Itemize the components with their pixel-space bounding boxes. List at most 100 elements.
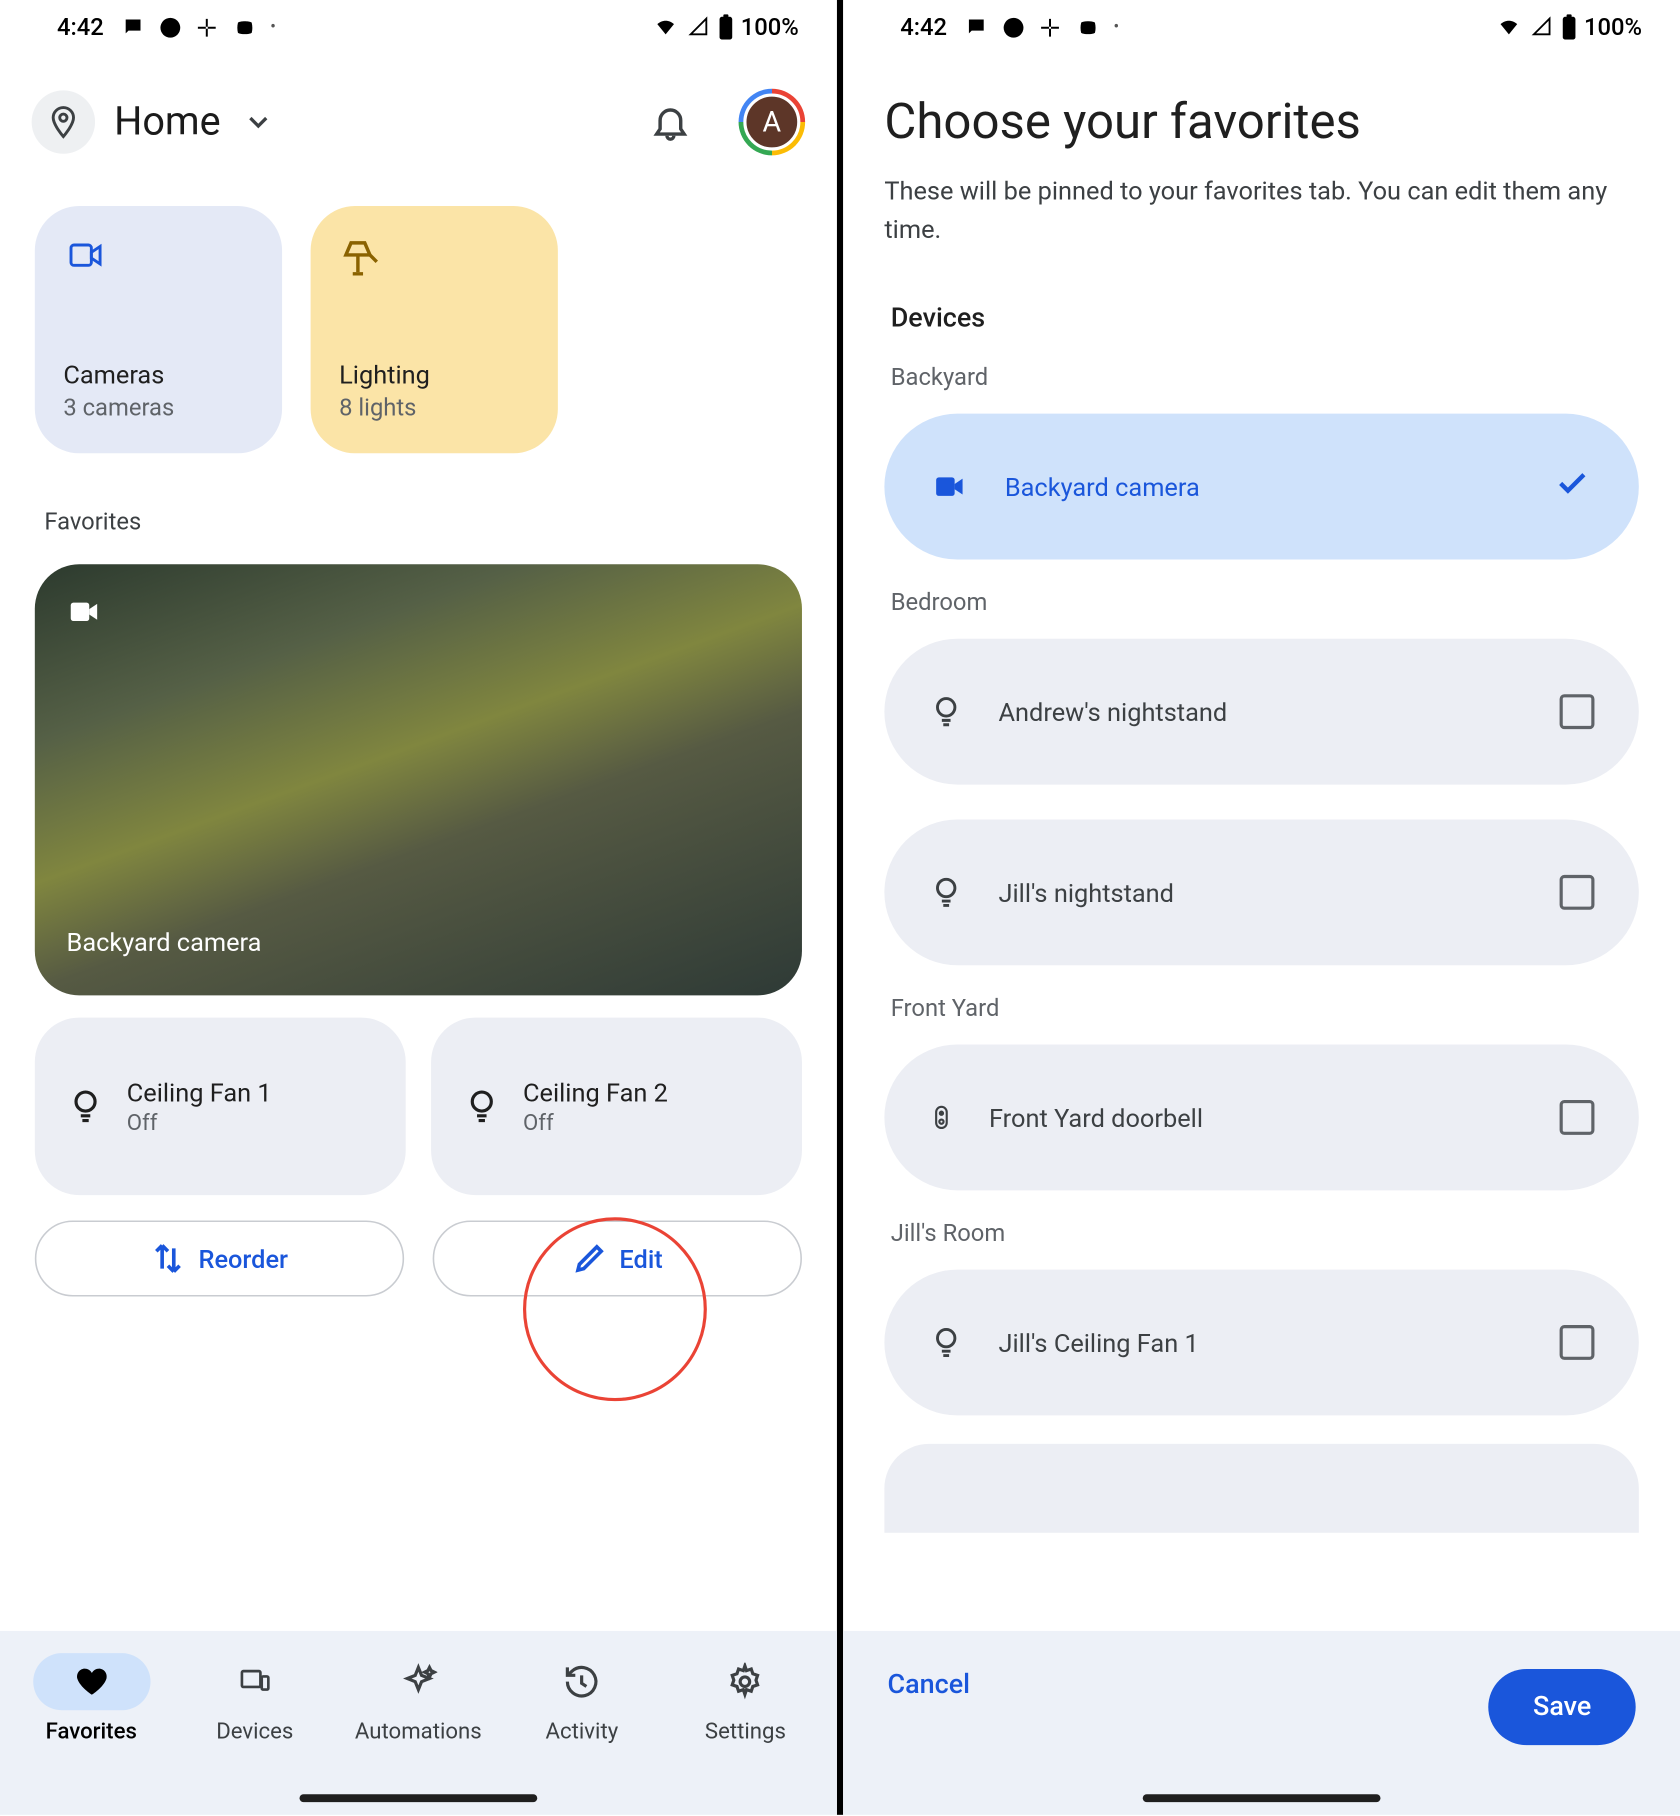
signal-icon (1530, 16, 1555, 38)
device-backyard-camera[interactable]: Backyard camera (884, 414, 1638, 560)
device-label: Backyard camera (1005, 472, 1200, 502)
nav-label: Activity (546, 1720, 619, 1745)
tile-title: Cameras (63, 360, 253, 390)
chevron-down-icon[interactable] (243, 106, 275, 138)
more-icon: • (270, 18, 276, 35)
room-jillsroom: Jill's Room (843, 1190, 1680, 1247)
wifi-icon (1495, 16, 1524, 38)
location-chip[interactable] (32, 90, 95, 153)
more-icon: • (1113, 18, 1119, 35)
battery-pct: 100% (741, 13, 799, 42)
chat-icon (963, 16, 988, 38)
checkbox-icon (1560, 1100, 1595, 1135)
device-label: Front Yard doorbell (989, 1102, 1203, 1132)
nav-settings[interactable]: Settings (666, 1653, 825, 1745)
nav-label: Settings (705, 1720, 786, 1745)
camera-card[interactable]: Backyard camera (35, 564, 802, 995)
bottom-nav: Favorites Devices Automations Activity S… (0, 1631, 837, 1815)
nav-favorites[interactable]: Favorites (12, 1653, 171, 1745)
nav-devices[interactable]: Devices (176, 1653, 335, 1745)
camera-icon (63, 238, 107, 273)
device-label: Jill's nightstand (999, 877, 1174, 907)
status-bar: 4:42 • 100% (843, 0, 1680, 48)
device-label: Andrew's nightstand (999, 697, 1228, 727)
bulb-icon (929, 872, 964, 913)
left-screen: 4:42 • 100% Home (0, 0, 837, 1815)
edit-label: Edit (619, 1243, 662, 1273)
chat-icon (120, 16, 145, 38)
fan1-card[interactable]: Ceiling Fan 1 Off (35, 1018, 406, 1196)
slack-icon (1037, 15, 1061, 39)
avatar-letter: A (743, 94, 800, 151)
checkbox-icon (1560, 1325, 1595, 1360)
battery-icon (719, 14, 735, 39)
cameras-tile[interactable]: Cameras 3 cameras (35, 206, 282, 453)
sparkle-icon (399, 1663, 437, 1701)
devices-icon (234, 1666, 275, 1698)
nav-label: Devices (216, 1720, 293, 1745)
fan-state: Off (127, 1110, 272, 1135)
bulb-icon (929, 691, 964, 732)
nav-automations[interactable]: Automations (339, 1653, 498, 1745)
clock: 4:42 (57, 13, 104, 42)
device-label: Jill's Ceiling Fan 1 (999, 1327, 1199, 1357)
gear-icon (726, 1663, 764, 1701)
reorder-button[interactable]: Reorder (35, 1220, 404, 1296)
battery-pct: 100% (1584, 13, 1642, 42)
device-frontyard-doorbell[interactable]: Front Yard doorbell (884, 1045, 1638, 1191)
clock: 4:42 (900, 13, 947, 42)
nav-label: Favorites (46, 1720, 137, 1745)
camera-name: Backyard camera (60, 927, 776, 970)
doorbell-icon (929, 1097, 954, 1138)
slack-icon (194, 15, 218, 39)
room-bedroom: Bedroom (843, 560, 1680, 617)
wifi-icon (652, 16, 681, 38)
checkbox-icon (1560, 694, 1595, 729)
room-backyard: Backyard (843, 334, 1680, 391)
home-header: Home A (0, 48, 837, 172)
lamp-icon (339, 238, 383, 279)
fan-name: Ceiling Fan 1 (127, 1077, 272, 1107)
pencil-icon (572, 1241, 607, 1276)
favorites-label: Favorites (0, 453, 837, 535)
save-button[interactable]: Save (1489, 1669, 1636, 1745)
device-jill-nightstand[interactable]: Jill's nightstand (884, 819, 1638, 965)
heart-icon (72, 1664, 110, 1699)
device-row-partial[interactable] (884, 1444, 1638, 1533)
signal-icon (687, 16, 712, 38)
fan-name: Ceiling Fan 2 (523, 1077, 668, 1107)
reorder-label: Reorder (198, 1243, 288, 1273)
tile-sub: 8 lights (339, 393, 529, 422)
gesture-bar (1143, 1794, 1381, 1802)
messenger-icon (1001, 15, 1025, 39)
bulb-icon (463, 1084, 501, 1128)
chooser-footer: Cancel Save (843, 1631, 1680, 1815)
right-screen: 4:42 • 100% Choose your favorites These … (843, 0, 1680, 1815)
checkbox-icon (1560, 875, 1595, 910)
discord-icon (1074, 17, 1101, 38)
tile-sub: 3 cameras (63, 393, 253, 422)
home-title[interactable]: Home (114, 99, 221, 145)
bell-icon[interactable] (650, 101, 691, 142)
nav-activity[interactable]: Activity (503, 1653, 662, 1745)
chooser-title: Choose your favorites (843, 48, 1680, 151)
camera-icon (929, 471, 970, 503)
group-devices: Devices (843, 249, 1680, 335)
reorder-icon (151, 1241, 186, 1276)
account-avatar[interactable]: A (739, 89, 806, 156)
camera-icon (63, 596, 104, 628)
fan2-card[interactable]: Ceiling Fan 2 Off (431, 1018, 802, 1196)
tile-title: Lighting (339, 360, 529, 390)
device-jill-ceilingfan[interactable]: Jill's Ceiling Fan 1 (884, 1270, 1638, 1416)
status-bar: 4:42 • 100% (0, 0, 837, 48)
cancel-button[interactable]: Cancel (888, 1669, 970, 1701)
device-andrew-nightstand[interactable]: Andrew's nightstand (884, 639, 1638, 785)
bulb-icon (67, 1084, 105, 1128)
room-frontyard: Front Yard (843, 965, 1680, 1022)
discord-icon (231, 17, 258, 38)
pin-icon (46, 105, 81, 140)
battery-icon (1562, 14, 1578, 39)
lighting-tile[interactable]: Lighting 8 lights (311, 206, 558, 453)
edit-button[interactable]: Edit (433, 1220, 802, 1296)
history-icon (563, 1663, 601, 1701)
